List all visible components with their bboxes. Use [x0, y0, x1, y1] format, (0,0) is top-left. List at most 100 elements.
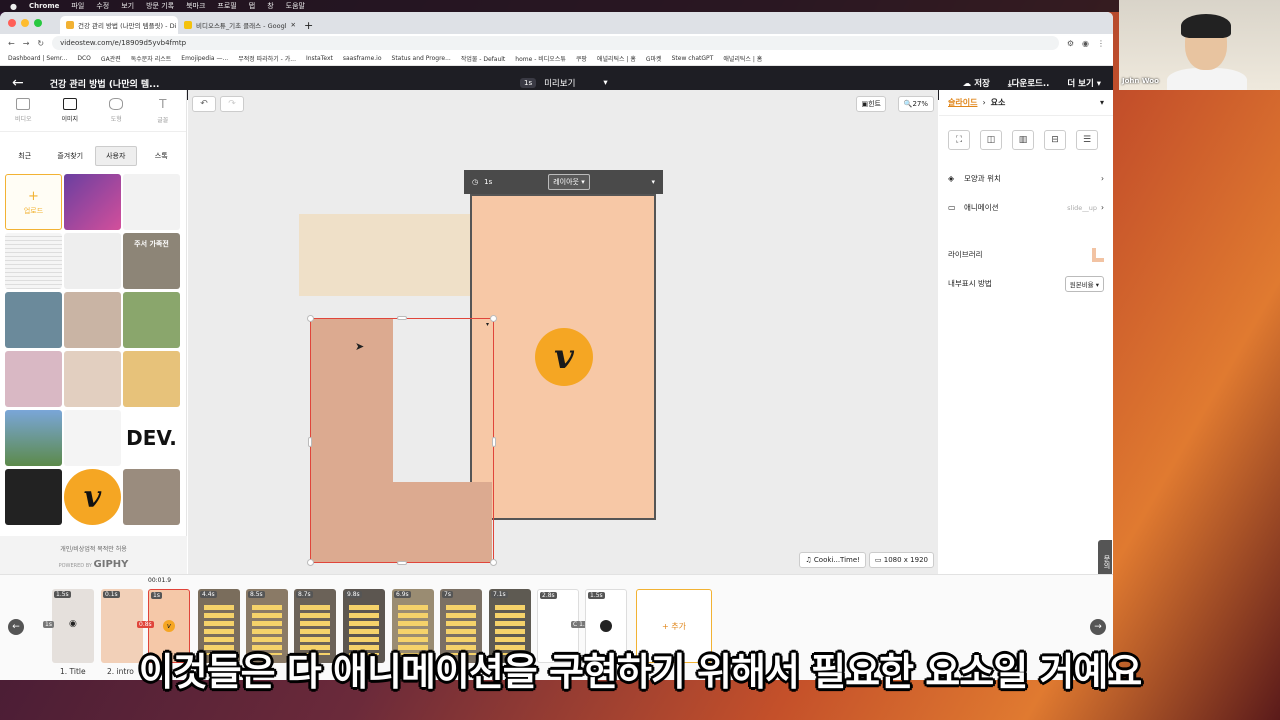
scroll-right-icon[interactable]: →	[1090, 619, 1106, 635]
category-video[interactable]: 비디오	[0, 90, 47, 131]
apple-icon[interactable]: ●	[10, 2, 17, 11]
bookmark[interactable]: Dashboard | Semr...	[8, 55, 67, 62]
tab-stock[interactable]: 스톡	[141, 146, 183, 166]
browser-tab-slides[interactable]: 비디오스튜_기초 클래스 - Googl ✕	[178, 16, 296, 34]
columns-icon[interactable]: ▥	[1012, 130, 1034, 150]
image-thumb[interactable]	[123, 469, 180, 525]
redo-button[interactable]: ↷	[220, 96, 244, 112]
chevron-down-icon[interactable]: ▾	[1100, 98, 1104, 107]
resize-handle[interactable]	[308, 437, 312, 447]
profile-avatar[interactable]: ◉	[1082, 39, 1089, 48]
image-thumb[interactable]	[5, 351, 62, 407]
resize-handle[interactable]	[490, 559, 497, 566]
hint-button[interactable]: ▣힌트	[856, 96, 886, 112]
beige-rectangle-element[interactable]	[299, 214, 481, 296]
bookmark[interactable]: DCO	[77, 55, 91, 62]
resize-handle[interactable]	[492, 437, 496, 447]
selected-element[interactable]: ▾	[307, 315, 497, 566]
animation-row[interactable]: ▭ 애니메이션 slide__up ›	[939, 193, 1113, 222]
menu-tab[interactable]: 탭	[249, 1, 255, 11]
bookmark[interactable]: Status and Progre...	[392, 55, 451, 62]
image-thumb[interactable]	[64, 351, 121, 407]
preview-control[interactable]: 1s 미리보기 ▾	[520, 77, 608, 89]
category-shape[interactable]: 도형	[93, 90, 140, 131]
resize-handle[interactable]	[490, 315, 497, 322]
bookmark[interactable]: 무적정 따라하기 - 가...	[238, 54, 296, 63]
slide-duration[interactable]: 1s	[484, 178, 492, 186]
upload-button[interactable]: + 업로드	[5, 174, 62, 230]
back-arrow-icon[interactable]: ←	[12, 75, 24, 91]
extensions-icon[interactable]: ⚙	[1067, 39, 1074, 48]
layout-dropdown[interactable]: 레이아웃 ▾	[548, 174, 590, 190]
app-name[interactable]: Chrome	[29, 2, 59, 10]
bookmark[interactable]: saasframe.io	[343, 55, 382, 62]
library-row[interactable]: 라이브러리	[939, 240, 1113, 269]
resize-handle[interactable]	[307, 559, 314, 566]
split-horizontal-icon[interactable]: ⊟	[1044, 130, 1066, 150]
menu-bookmarks[interactable]: 북마크	[186, 1, 205, 11]
category-text[interactable]: T 글꼴	[140, 90, 187, 131]
project-title[interactable]: 건강 관리 방법 (나만의 템...	[50, 77, 160, 90]
image-thumb[interactable]	[123, 174, 180, 230]
url-field[interactable]: videostew.com/e/18909d5yvb4fmtp	[52, 36, 1059, 50]
image-thumb[interactable]	[64, 292, 121, 348]
bookmark[interactable]: Emojipedia —...	[181, 55, 228, 62]
chevron-down-icon[interactable]: ▾	[603, 78, 607, 88]
rows-icon[interactable]: ☰	[1076, 130, 1098, 150]
save-button[interactable]: ☁ 저장	[963, 77, 990, 89]
element-menu-icon[interactable]: ▾	[486, 321, 489, 328]
image-thumb[interactable]	[5, 410, 62, 466]
music-button[interactable]: ♫ Cooki...Time!	[799, 552, 866, 568]
bookmark[interactable]: home - 비디오스튜	[515, 54, 566, 63]
browser-menu-icon[interactable]: ⋮	[1097, 39, 1105, 48]
split-vertical-icon[interactable]: ◫	[980, 130, 1002, 150]
resolution-button[interactable]: ▭ 1080 x 1920	[868, 552, 934, 568]
category-image[interactable]: 이미지	[47, 90, 94, 131]
menu-history[interactable]: 방문 기록	[146, 1, 174, 11]
menu-file[interactable]: 파일	[71, 1, 84, 11]
editor-canvas[interactable]: ↶ ↷ ▣힌트 🔍27% ◷ 1s 레이아웃 ▾ ▾ v ▾ ➤ ♫ Cooki…	[188, 90, 938, 574]
bookmark[interactable]: 독수문자 리스트	[131, 54, 172, 63]
download-button[interactable]: ⤓다운로드..	[1008, 77, 1050, 89]
videostew-logo[interactable]: v	[535, 328, 593, 386]
maximize-window-button[interactable]	[34, 19, 42, 27]
back-icon[interactable]: ←	[8, 39, 15, 48]
image-thumb[interactable]	[64, 410, 121, 466]
image-thumb[interactable]: DEV.	[123, 410, 180, 466]
breadcrumb-slide[interactable]: 슬라이드	[948, 97, 977, 108]
forward-icon[interactable]: →	[23, 39, 30, 48]
minimize-window-button[interactable]	[21, 19, 29, 27]
library-thumb[interactable]	[1092, 247, 1104, 262]
zoom-control[interactable]: 🔍27%	[897, 96, 934, 112]
more-button[interactable]: 더 보기 ▾	[1067, 77, 1101, 89]
menu-window[interactable]: 창	[267, 1, 273, 11]
image-thumb[interactable]: 주서 가족전	[123, 233, 180, 289]
bookmark[interactable]: InstaText	[306, 55, 333, 62]
image-thumb[interactable]	[123, 351, 180, 407]
close-window-button[interactable]	[8, 19, 16, 27]
bookmark[interactable]: 애널리틱스 | 홈	[597, 54, 636, 63]
new-tab-button[interactable]: +	[296, 16, 321, 34]
menu-edit[interactable]: 수정	[96, 1, 109, 11]
tab-recent[interactable]: 최근	[4, 146, 46, 166]
resize-handle[interactable]	[397, 316, 407, 320]
bookmark[interactable]: 쿠팡	[576, 54, 587, 63]
tab-favorites[interactable]: 즐겨찾기	[50, 146, 92, 166]
tab-user[interactable]: 사용자	[95, 146, 137, 166]
bookmark[interactable]: 애널리틱스 | 홈	[723, 54, 762, 63]
resize-handle[interactable]	[397, 561, 407, 565]
image-thumb[interactable]	[5, 469, 62, 525]
image-thumb[interactable]	[123, 292, 180, 348]
image-thumb[interactable]	[5, 233, 62, 289]
fit-icon[interactable]: ⛶	[948, 130, 970, 150]
image-thumb[interactable]	[64, 233, 121, 289]
resize-handle[interactable]	[307, 315, 314, 322]
menu-help[interactable]: 도움말	[286, 1, 305, 11]
chevron-down-icon[interactable]: ▾	[651, 178, 655, 186]
image-thumb[interactable]: v	[64, 469, 121, 525]
menu-view[interactable]: 보기	[121, 1, 134, 11]
shape-position-row[interactable]: ◈ 모양과 위치 ›	[939, 164, 1113, 193]
bookmark[interactable]: Stew chatGPT	[672, 55, 714, 62]
bookmark[interactable]: G마켓	[646, 54, 662, 63]
reload-icon[interactable]: ↻	[37, 39, 44, 48]
